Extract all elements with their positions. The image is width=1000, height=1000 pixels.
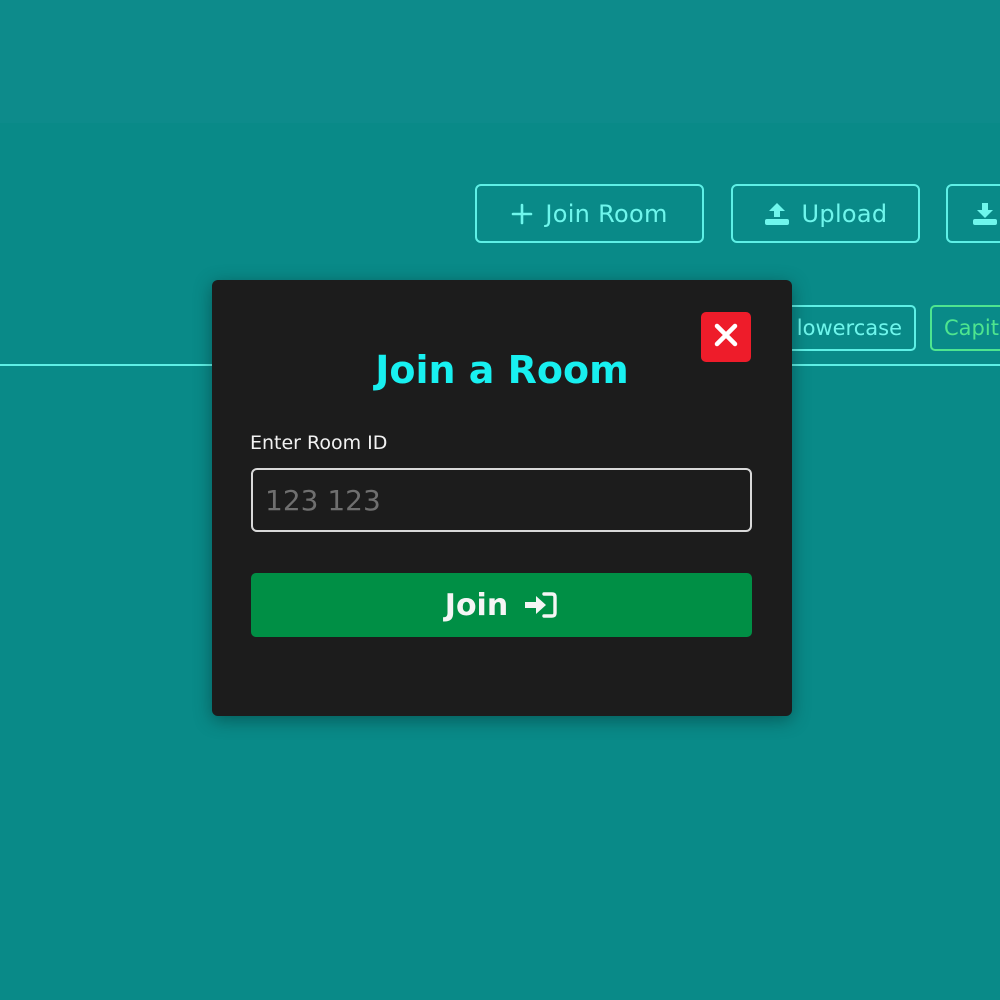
upload-button[interactable]: Upload xyxy=(731,184,920,243)
join-room-modal: Join a Room Enter Room ID Join xyxy=(212,280,792,716)
upload-label: Upload xyxy=(801,199,888,228)
capitalize-chip[interactable]: Capit xyxy=(930,305,1000,351)
room-id-label: Enter Room ID xyxy=(250,432,388,454)
sign-in-icon xyxy=(524,591,558,619)
join-button[interactable]: Join xyxy=(251,573,752,637)
upload-icon xyxy=(764,202,790,226)
join-room-label: Join Room xyxy=(545,199,668,228)
plus-icon xyxy=(511,203,533,225)
room-id-input[interactable] xyxy=(251,468,752,532)
lowercase-label: lowercase xyxy=(796,316,902,340)
join-room-button[interactable]: Join Room xyxy=(475,184,704,243)
download-icon xyxy=(972,202,998,226)
modal-title: Join a Room xyxy=(375,348,629,392)
join-label: Join xyxy=(444,587,509,623)
download-button[interactable] xyxy=(946,184,1000,243)
top-bar xyxy=(0,0,1000,123)
capitalize-label: Capit xyxy=(944,316,999,340)
